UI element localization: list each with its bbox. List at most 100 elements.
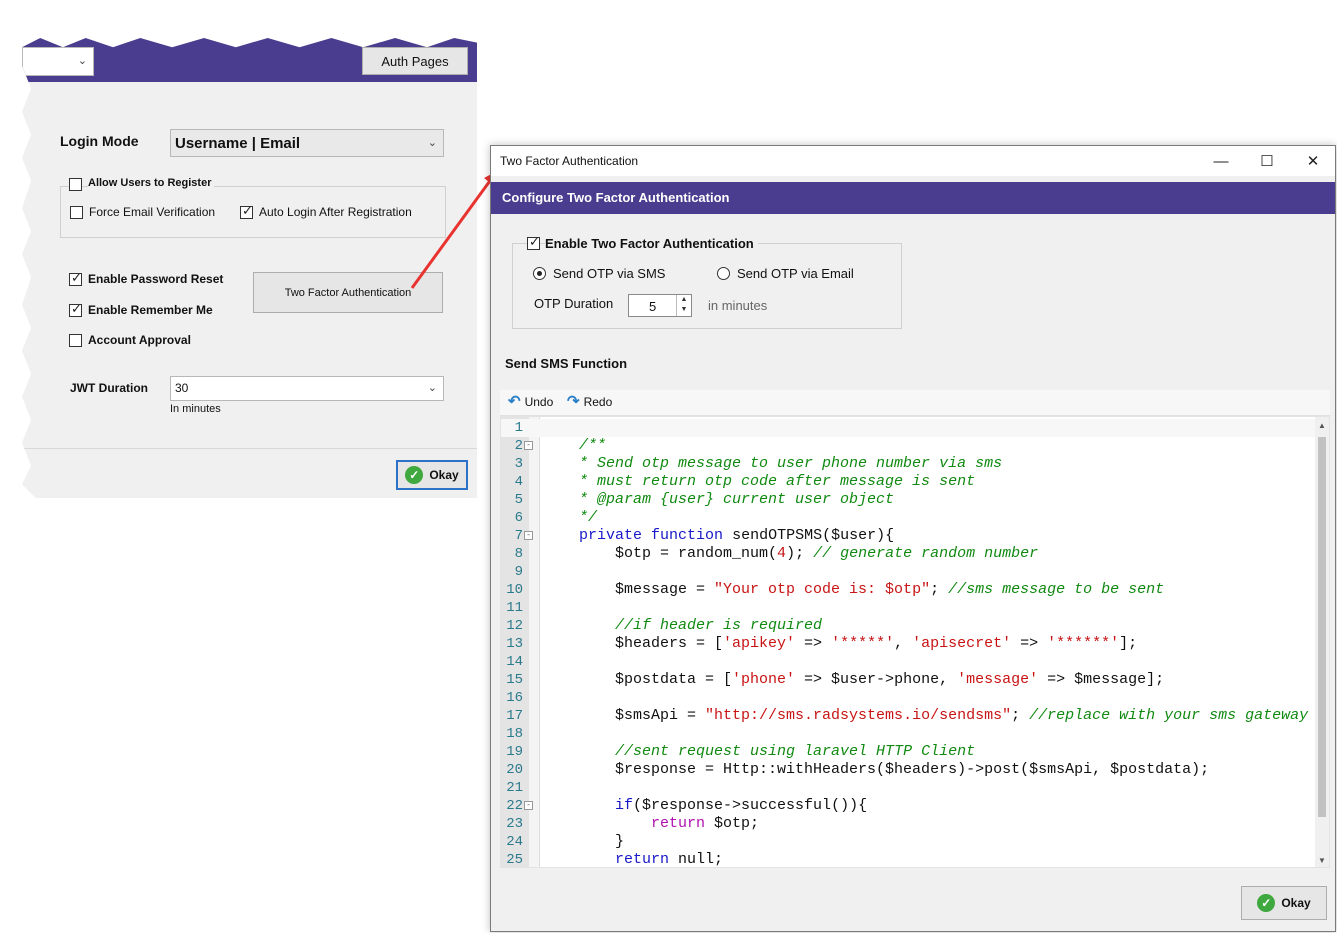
- code-line[interactable]: 4 * must return otp code after message i…: [501, 473, 1317, 491]
- scroll-down-icon[interactable]: ▼: [1315, 856, 1329, 865]
- code-text: if($response->successful()){: [615, 797, 868, 814]
- code-line[interactable]: 19 //sent request using laravel HTTP Cli…: [501, 743, 1317, 761]
- code-line[interactable]: 2- /**: [501, 437, 1317, 455]
- code-line[interactable]: 24 }: [501, 833, 1317, 851]
- jwt-duration-hint: In minutes: [170, 403, 221, 415]
- fold-toggle-icon[interactable]: -: [524, 801, 533, 810]
- code-line[interactable]: 22- if($response->successful()){: [501, 797, 1317, 815]
- scrollbar-thumb[interactable]: [1318, 437, 1326, 817]
- code-line[interactable]: 6 */: [501, 509, 1317, 527]
- code-line[interactable]: 13 $headers = ['apikey' => '*****', 'api…: [501, 635, 1317, 653]
- checkmark-icon: ✓: [71, 301, 82, 316]
- code-text: $headers = ['apikey' => '*****', 'apisec…: [543, 635, 1138, 652]
- code-line[interactable]: 11: [501, 599, 1317, 617]
- vertical-scrollbar[interactable]: ▲ ▼: [1315, 417, 1329, 867]
- code-line[interactable]: 23 return $otp;: [501, 815, 1317, 833]
- code-text: return $otp;: [651, 815, 760, 832]
- fold-toggle-icon[interactable]: -: [524, 531, 533, 540]
- login-mode-value: Username | Email: [175, 135, 301, 152]
- code-line[interactable]: 15 $postdata = ['phone' => $user->phone,…: [501, 671, 1317, 689]
- email-radio[interactable]: [717, 267, 730, 280]
- okay-button[interactable]: ✓ Okay: [396, 460, 468, 490]
- minimize-icon[interactable]: —: [1198, 146, 1244, 176]
- line-number: 17: [506, 708, 523, 724]
- line-number: 3: [514, 456, 523, 472]
- code-line[interactable]: 8 $otp = random_num(4); // generate rand…: [501, 545, 1317, 563]
- force-email-checkbox[interactable]: [70, 206, 83, 219]
- title-bar: Two Factor Authentication — ☐ ✕: [491, 146, 1335, 176]
- code-line[interactable]: 10 $message = "Your otp code is: $otp"; …: [501, 581, 1317, 599]
- stepper-down-icon[interactable]: ▼: [677, 305, 691, 315]
- stepper-arrows[interactable]: ▲ ▼: [676, 295, 691, 316]
- close-icon[interactable]: ✕: [1290, 146, 1336, 176]
- redo-button[interactable]: ↷ Redo: [567, 394, 613, 409]
- line-number: 16: [506, 690, 523, 706]
- checkmark-icon: ✓: [405, 466, 424, 484]
- code-line[interactable]: 20 $response = Http::withHeaders($header…: [501, 761, 1317, 779]
- line-number: 9: [514, 564, 523, 580]
- chevron-down-icon: ⌄: [427, 137, 437, 149]
- undo-button[interactable]: ↶ Undo: [508, 393, 554, 410]
- line-number: 13: [506, 636, 523, 652]
- editor-toolbar: ↶ Undo ↷ Redo: [500, 390, 1330, 416]
- maximize-icon[interactable]: ☐: [1244, 146, 1290, 176]
- line-number: 6: [514, 510, 523, 526]
- allow-register-checkbox[interactable]: [69, 178, 82, 191]
- otp-duration-label: OTP Duration: [534, 296, 614, 311]
- password-reset-label: Enable Password Reset: [88, 272, 224, 286]
- code-line[interactable]: 5 * @param {user} current user object: [501, 491, 1317, 509]
- email-radio-label: Send OTP via Email: [737, 266, 854, 281]
- code-line[interactable]: 1: [501, 419, 1317, 437]
- code-line[interactable]: 16: [501, 689, 1317, 707]
- chevron-down-icon: ⌄: [77, 55, 87, 67]
- undo-icon: ↶: [508, 393, 521, 410]
- code-text: $postdata = ['phone' => $user->phone, 'm…: [543, 671, 1165, 688]
- code-line[interactable]: 25 return null;: [501, 851, 1317, 868]
- code-text: $smsApi = "http://sms.radsystems.io/send…: [543, 707, 1309, 724]
- enable-two-factor-checkbox[interactable]: ✓: [527, 234, 540, 250]
- otp-duration-stepper[interactable]: 5 ▲ ▼: [628, 294, 692, 317]
- scroll-up-icon[interactable]: ▲: [1315, 421, 1329, 430]
- stepper-up-icon[interactable]: ▲: [677, 295, 691, 305]
- fold-toggle-icon[interactable]: -: [524, 441, 533, 450]
- auto-login-checkbox[interactable]: ✓: [240, 203, 253, 219]
- chevron-down-icon: ⌄: [427, 382, 437, 394]
- undo-label: Undo: [524, 395, 554, 409]
- okay-label: Okay: [429, 468, 459, 482]
- code-line[interactable]: 12 //if header is required: [501, 617, 1317, 635]
- line-number: 19: [506, 744, 523, 760]
- line-number: 23: [506, 816, 523, 832]
- code-editor[interactable]: 12- /** 3 * Send otp message to user phon…: [500, 416, 1330, 868]
- dialog-okay-button[interactable]: ✓ Okay: [1241, 886, 1327, 920]
- auto-login-label: Auto Login After Registration: [259, 205, 412, 219]
- code-line[interactable]: 18: [501, 725, 1317, 743]
- line-number: 25: [506, 852, 523, 868]
- line-number: 7: [514, 528, 523, 544]
- code-line[interactable]: 14: [501, 653, 1317, 671]
- password-reset-checkbox[interactable]: ✓: [69, 270, 82, 286]
- code-line[interactable]: 17 $smsApi = "http://sms.radsystems.io/s…: [501, 707, 1317, 725]
- code-line[interactable]: 9: [501, 563, 1317, 581]
- login-mode-select[interactable]: Username | Email ⌄: [170, 129, 444, 157]
- auth-pages-button[interactable]: Auth Pages: [362, 47, 468, 75]
- two-factor-button[interactable]: Two Factor Authentication: [253, 272, 443, 313]
- line-number: 12: [506, 618, 523, 634]
- account-approval-checkbox[interactable]: [69, 334, 82, 347]
- code-line[interactable]: 7- private function sendOTPSMS($user){: [501, 527, 1317, 545]
- page-select[interactable]: ⌄: [22, 47, 94, 76]
- allow-register-label: Allow Users to Register: [88, 177, 215, 189]
- redo-label: Redo: [583, 395, 613, 409]
- sms-radio[interactable]: [533, 267, 546, 280]
- enable-two-factor-label: Enable Two Factor Authentication: [545, 236, 758, 251]
- jwt-duration-select[interactable]: 30 ⌄: [170, 376, 444, 401]
- code-text: $response = Http::withHeaders($headers)-…: [543, 761, 1210, 778]
- code-text: }: [543, 833, 625, 850]
- otp-duration-hint: in minutes: [708, 298, 768, 313]
- sms-function-label: Send SMS Function: [505, 356, 628, 371]
- code-line[interactable]: 21: [501, 779, 1317, 797]
- line-number: 10: [506, 582, 523, 598]
- code-line[interactable]: 3 * Send otp message to user phone numbe…: [501, 455, 1317, 473]
- remember-me-checkbox[interactable]: ✓: [69, 301, 82, 317]
- code-text: * Send otp message to user phone number …: [543, 455, 1003, 472]
- two-factor-dialog: Two Factor Authentication — ☐ ✕ Configur…: [490, 145, 1336, 932]
